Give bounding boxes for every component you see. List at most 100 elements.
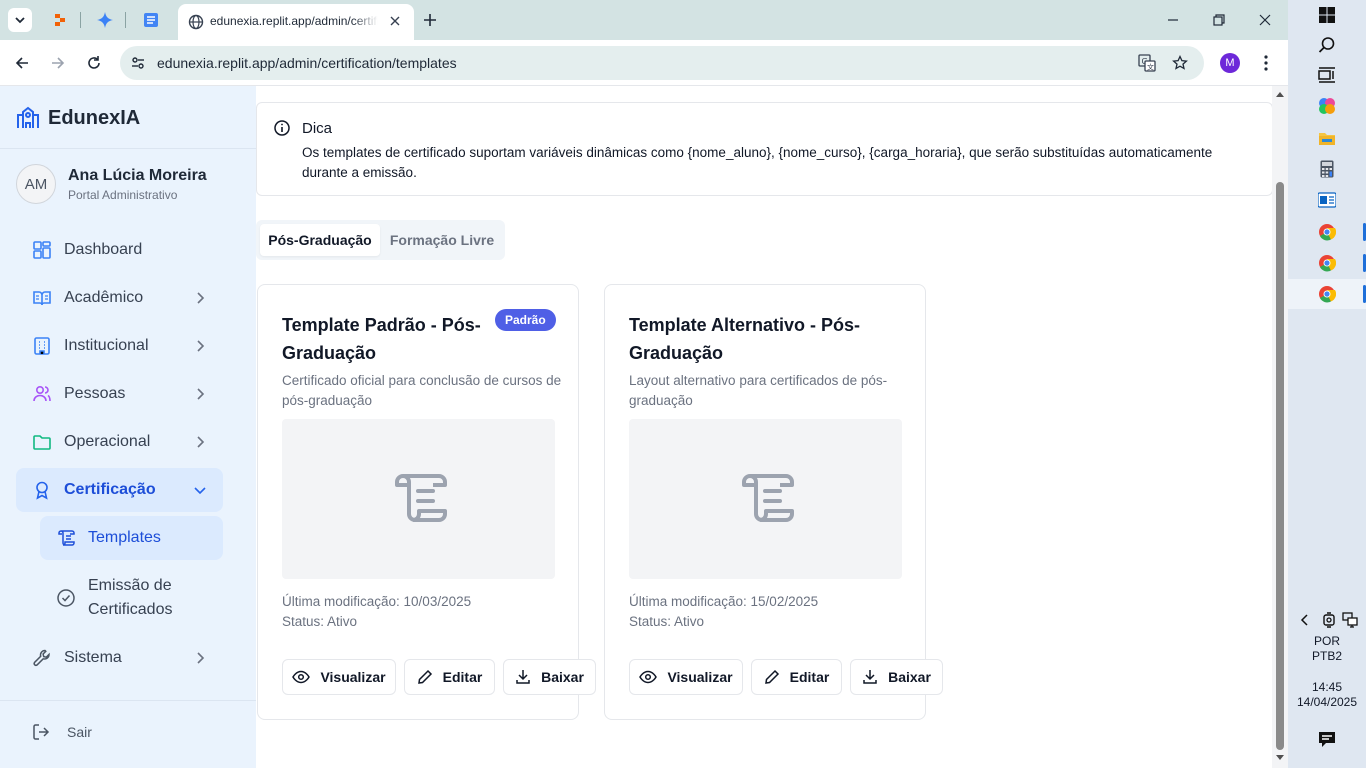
start-button[interactable] xyxy=(1317,5,1337,25)
sidebar-item-sistema[interactable]: Sistema xyxy=(16,636,223,680)
download-button[interactable]: Baixar xyxy=(503,659,596,695)
device-icon[interactable] xyxy=(1322,612,1336,628)
pencil-icon xyxy=(764,669,779,684)
taskbar-icons: POR PTB2 14:45 14/04/2025 xyxy=(1288,0,1366,768)
school-building-icon xyxy=(17,106,39,128)
svg-text:文: 文 xyxy=(1147,63,1154,72)
view-button[interactable]: Visualizar xyxy=(629,659,743,695)
url-text: edunexia.replit.app/admin/certification/… xyxy=(157,55,457,71)
chrome-icon xyxy=(1319,224,1336,241)
chevron-right-icon xyxy=(197,388,205,400)
network-icon[interactable] xyxy=(1342,612,1358,628)
search-button[interactable] xyxy=(1317,35,1337,55)
restore-icon xyxy=(1213,14,1225,26)
logout-button[interactable]: Sair xyxy=(16,718,223,746)
tab-separator xyxy=(80,12,81,28)
sidebar: EdunexIA AM Ana Lúcia Moreira Portal Adm… xyxy=(0,86,256,768)
last-modified: Última modificação: 15/02/2025 xyxy=(629,594,819,609)
avatar: AM xyxy=(16,164,56,204)
address-bar[interactable]: edunexia.replit.app/admin/certification/… xyxy=(120,46,1204,80)
forward-button[interactable] xyxy=(46,51,70,75)
tab-pos-graduacao[interactable]: Pós-Graduação xyxy=(260,224,380,256)
document-icon xyxy=(144,13,158,27)
pencil-icon xyxy=(417,669,432,684)
sidebar-divider xyxy=(0,700,256,701)
sidebar-item-label: Sistema xyxy=(64,649,122,666)
user-name: Ana Lúcia Moreira xyxy=(68,167,207,184)
sidebar-subitem-emissao[interactable]: Emissão de Certificados xyxy=(40,564,223,632)
browser-menu-button[interactable] xyxy=(1256,52,1276,74)
minimize-button[interactable] xyxy=(1161,8,1185,32)
outlook-button[interactable] xyxy=(1317,190,1337,210)
translate-button[interactable]: G文 xyxy=(1137,53,1157,73)
copilot-button[interactable] xyxy=(1317,96,1337,116)
sidebar-item-operacional[interactable]: Operacional xyxy=(16,420,223,464)
calculator-button[interactable] xyxy=(1317,159,1337,179)
chevron-left-icon[interactable] xyxy=(1300,614,1310,626)
sidebar-item-label: Pessoas xyxy=(64,385,126,402)
tab-formacao-livre[interactable]: Formação Livre xyxy=(384,224,500,256)
clock[interactable]: 14:45 14/04/2025 xyxy=(1288,680,1366,710)
sidebar-item-pessoas[interactable]: Pessoas xyxy=(16,372,223,416)
pinned-tab-replit[interactable] xyxy=(50,10,70,30)
sidebar-item-certificacao[interactable]: Certificação xyxy=(16,468,223,512)
pinned-tab-docs[interactable] xyxy=(141,10,161,30)
chrome-window-1[interactable] xyxy=(1317,222,1337,242)
arrow-left-icon xyxy=(15,57,28,69)
scroll-icon xyxy=(58,530,75,546)
back-button[interactable] xyxy=(10,51,34,75)
profile-avatar[interactable]: M xyxy=(1220,53,1240,73)
main-content: Dica Os templates de certificado suporta… xyxy=(256,86,1288,768)
new-tab-button[interactable] xyxy=(420,10,440,30)
view-button[interactable]: Visualizar xyxy=(282,659,396,695)
scrollbar-thumb[interactable] xyxy=(1276,182,1284,750)
download-button[interactable]: Baixar xyxy=(850,659,943,695)
scroll-up-icon[interactable] xyxy=(1275,90,1285,98)
close-icon xyxy=(390,16,400,26)
brand[interactable]: EdunexIA xyxy=(16,104,140,132)
chevron-down-icon xyxy=(15,17,25,24)
tab-active[interactable]: edunexia.replit.app/admin/certification/… xyxy=(178,4,414,40)
reload-button[interactable] xyxy=(82,51,106,75)
download-icon xyxy=(516,670,530,684)
edit-label: Editar xyxy=(442,669,483,685)
input-language[interactable]: POR PTB2 xyxy=(1288,634,1366,664)
wrench-icon xyxy=(33,649,50,667)
close-icon xyxy=(1259,14,1271,26)
status-badge: Padrão xyxy=(495,309,556,331)
sidebar-item-academico[interactable]: Acadêmico xyxy=(16,276,223,320)
task-view-button[interactable] xyxy=(1317,65,1337,85)
notifications-button[interactable] xyxy=(1317,729,1337,749)
sidebar-item-dashboard[interactable]: Dashboard xyxy=(16,228,223,272)
arrow-right-icon xyxy=(52,57,65,69)
sidebar-subitem-templates[interactable]: Templates xyxy=(40,516,223,560)
pinned-tab-gemini[interactable] xyxy=(95,10,115,30)
sidebar-item-label: Acadêmico xyxy=(64,289,144,306)
bookmark-button[interactable] xyxy=(1170,53,1190,73)
close-window-button[interactable] xyxy=(1253,8,1277,32)
folder-icon xyxy=(33,435,51,450)
site-info-button[interactable] xyxy=(128,53,148,73)
tab-close-button[interactable] xyxy=(386,12,404,30)
star-icon xyxy=(1172,55,1188,70)
tip-alert: Dica Os templates de certificado suporta… xyxy=(256,102,1273,196)
browser-window: edunexia.replit.app/admin/certification/… xyxy=(0,0,1288,768)
tab-search-button[interactable] xyxy=(8,8,32,32)
file-explorer-button[interactable] xyxy=(1317,128,1337,148)
tab-separator xyxy=(125,12,126,28)
folder-icon xyxy=(1319,133,1335,145)
edit-button[interactable]: Editar xyxy=(751,659,842,695)
dashboard-grid-icon xyxy=(33,241,51,259)
scroll-down-icon[interactable] xyxy=(1275,754,1285,762)
edit-button[interactable]: Editar xyxy=(404,659,495,695)
chrome-window-2[interactable] xyxy=(1317,253,1337,273)
view-label: Visualizar xyxy=(667,669,733,685)
tab-strip: edunexia.replit.app/admin/certification/… xyxy=(0,0,1288,40)
system-tray xyxy=(1296,612,1360,628)
chrome-window-3[interactable] xyxy=(1317,284,1337,304)
sparkle-icon xyxy=(97,12,113,28)
minimize-icon xyxy=(1168,19,1178,21)
download-label: Baixar xyxy=(888,669,931,685)
sidebar-item-institucional[interactable]: Institucional xyxy=(16,324,223,368)
restore-button[interactable] xyxy=(1207,8,1231,32)
